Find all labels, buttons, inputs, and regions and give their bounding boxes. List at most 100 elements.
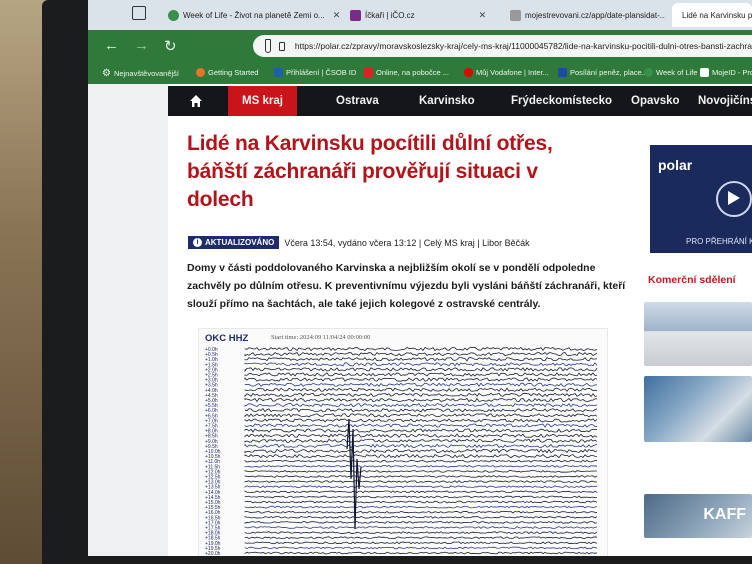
bookmark-item[interactable]: Přihlášení | ČSOB ID [274,68,356,77]
bookmark-label: Nejnavštěvovanější [113,69,180,78]
trace-line [244,448,598,454]
globe-icon [168,9,179,21]
trace-line [244,392,598,398]
polar-video-promo[interactable]: polar PRO PŘEHRÁNÍ K [650,145,752,253]
nav-opavsko[interactable]: Opavsko [631,86,680,116]
site-icon [350,9,361,21]
commercial-heading: Komerční sdělení [648,274,736,286]
trace-line [244,418,598,423]
trace-line [244,433,598,438]
bookmark-label: Getting Started [208,68,259,77]
globe-icon [644,68,653,77]
bookmark-label: Můj Vodafone | Inter... [476,68,549,77]
trace-line [244,515,598,519]
thumb-text: KAFF [703,506,746,523]
close-icon[interactable]: ✕ [333,10,341,21]
trace-line [244,541,598,545]
shield-icon[interactable] [265,39,272,53]
trace-line [244,531,598,535]
home-icon[interactable] [189,94,203,108]
trace-line [244,346,598,352]
url-text[interactable]: https://polar.cz/zpravy/moravskoslezsky-… [295,41,752,51]
promo-caption: PRO PŘEHRÁNÍ K [686,237,752,246]
article-headline: Lidé na Karvinsku pocítili důlní otřes, … [187,132,553,211]
tab-label: Íčkaři | iČO.cz [365,10,415,20]
bookmark-item[interactable]: Posílání peněz, place... [558,68,648,77]
nav-ms-kraj[interactable]: MS kraj [228,86,297,116]
nav-frydeckomistecko[interactable]: Frýdeckomístecko [511,86,612,116]
trace-line [244,480,598,483]
trace-line [244,500,598,504]
trace-line [244,367,598,373]
bookmark-item[interactable]: MojeID - Pro u [700,68,752,77]
commercial-thumbnail-lab[interactable] [644,376,752,442]
tab-mojestrevovani[interactable]: mojestrevovani.cz/app/date-plansidat-...… [510,3,681,27]
address-bar[interactable]: https://polar.cz/zpravy/moravskoslezsky-… [253,35,752,57]
bookmark-label: Přihlášení | ČSOB ID [286,68,357,77]
trace-line [244,428,598,433]
trace-line [244,526,598,529]
trace-line [244,408,598,413]
bookmarks-toolbar: ⚙ Nejnavštěvovanější Getting Started Při… [88,62,752,84]
page-icon [510,9,521,21]
site-navigation: MS kraj Ostrava Karvinsko Frýdeckomístec… [168,86,752,116]
trace-line [244,362,598,367]
vodafone-icon [464,68,473,77]
updated-badge: i AKTUALIZOVÁNO [188,236,280,249]
tab-bar: Week of Life - Život na planetě Zemi o..… [88,0,752,30]
back-arrow-icon[interactable]: ← [104,37,119,54]
reload-icon[interactable]: ↻ [164,37,177,55]
nav-novojicinsko[interactable]: Novojičínsk [698,86,752,116]
trace-line [244,403,598,408]
trace-line [244,490,598,494]
trace-line [244,377,598,382]
tab-week-of-life[interactable]: Week of Life - Život na planetě Zemi o..… [168,3,340,27]
trace-line [244,372,598,377]
tab-label: Lidé na Karvinsku pocítili... [682,10,752,20]
bookmark-label: Week of Life [656,68,698,77]
trace-line [244,510,598,514]
trace-line [244,387,598,392]
tab-polar-active[interactable]: Lidé na Karvinsku pocítili... [672,3,752,27]
id-icon [364,68,373,77]
lock-icon[interactable] [279,41,285,51]
seismogram-traces: +0.0h+0.5h+1.0h+1.5h+2.0h+2.5h+3.0h+3.5h… [205,346,598,556]
trace-line [244,397,598,403]
bookmark-item[interactable]: Getting Started [196,68,258,77]
gear-icon: ⚙ [102,68,111,79]
commercial-thumbnail-building[interactable] [644,302,752,366]
page-left-margin [88,84,168,556]
trace-line [244,551,598,555]
id-icon [700,68,709,77]
tab-ickari[interactable]: Íčkaři | iČO.cz ✕ [350,3,486,27]
trace-line [244,423,598,428]
trace-line [244,459,598,463]
trace-line [244,485,598,489]
trace-line [244,351,598,357]
commercial-thumbnail-kaff[interactable]: KAFF [644,494,752,538]
bookmark-item[interactable]: ⚙ Nejnavštěvovanější [102,68,179,79]
firefox-icon [196,68,205,77]
nav-karvinsko[interactable]: Karvinsko [419,86,475,116]
bookmark-item[interactable]: Online, na pobočce ... [364,68,449,77]
trace-line [244,443,598,449]
forward-arrow-icon[interactable]: → [134,37,149,54]
trace-line [244,470,598,473]
play-icon [728,191,740,205]
trace-line [244,413,598,418]
article-meta: i AKTUALIZOVÁNO Včera 13:54, vydáno včer… [188,236,530,249]
info-icon: i [193,238,202,247]
close-icon[interactable]: ✕ [479,10,487,21]
trace-line [244,521,598,524]
trace-line [244,438,598,443]
trace-line [244,464,598,468]
bookmark-item[interactable]: Můj Vodafone | Inter... [464,68,549,77]
tab-label: Week of Life - Život na planetě Zemi o..… [183,10,325,20]
bookmark-item[interactable]: Week of Life [644,68,698,77]
seismogram-image: OKC HHZ Start time: 2024:09 11/04/24 00:… [198,328,608,556]
tab-label: mojestrevovani.cz/app/date-plansidat-... [525,10,665,20]
polar-logo: polar [658,157,693,173]
window-list-icon[interactable] [132,6,146,20]
bookmark-label: Online, na pobočce ... [376,68,449,77]
nav-ostrava[interactable]: Ostrava [336,86,379,116]
